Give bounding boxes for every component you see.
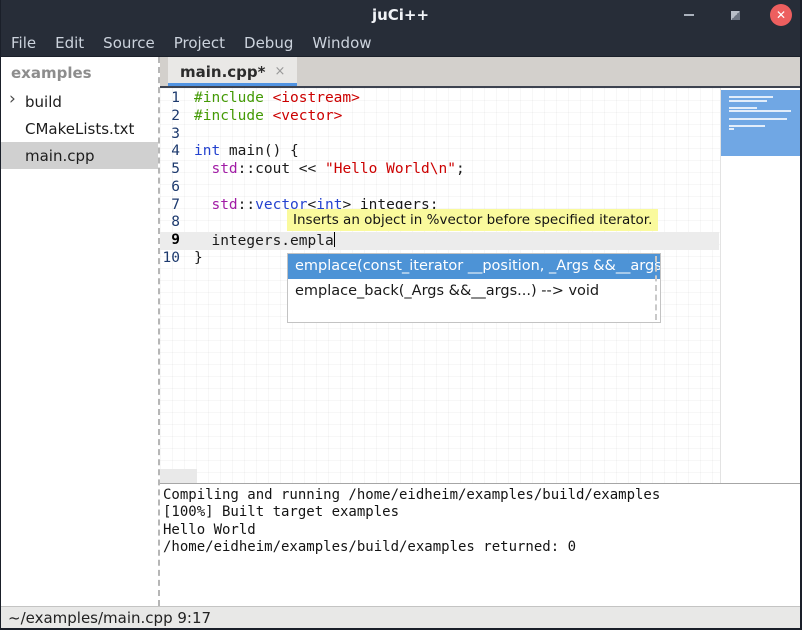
line-text: int main() { <box>189 143 299 161</box>
minimap-line <box>729 118 787 120</box>
line-number: 1 <box>160 90 189 108</box>
titlebar[interactable]: juCi++ ✕ <box>1 0 800 30</box>
minimize-icon <box>684 14 694 16</box>
file-sidebar: examples › build CMakeLists.txt main.cpp <box>1 57 160 606</box>
code-line-4[interactable]: 4int main() { <box>160 143 719 161</box>
tab-strip: main.cpp* × <box>160 57 800 88</box>
juci-window: juCi++ ✕ File Edit Source Project Debug Windo… <box>0 0 802 630</box>
code-editor[interactable]: 1#include <iostream>2#include <vector>34… <box>160 88 800 483</box>
output-line: [100%] Built target examples <box>163 504 800 521</box>
line-number: 2 <box>160 108 189 126</box>
autocomplete-popup: emplace(const_iterator __position, _Args… <box>287 253 661 323</box>
editor-pane: main.cpp* × 1#include <iostream>2#includ… <box>160 57 800 606</box>
status-bar: ~/examples/main.cpp 9:17 <box>1 606 800 628</box>
line-text <box>189 214 194 232</box>
line-number: 4 <box>160 143 189 161</box>
line-number: 9 <box>160 232 189 250</box>
popup-scrollbar[interactable] <box>655 256 657 320</box>
menu-item-source[interactable]: Source <box>103 34 155 52</box>
code-line-3[interactable]: 3 <box>160 126 719 144</box>
status-file-position: ~/examples/main.cpp 9:17 <box>8 609 211 627</box>
close-icon: ✕ <box>776 8 786 22</box>
gutter-end-block <box>160 469 197 483</box>
line-number: 5 <box>160 161 189 179</box>
code-line-5[interactable]: 5 std::cout << "Hello World\n"; <box>160 161 719 179</box>
line-text: #include <iostream> <box>189 90 360 108</box>
sidebar-item-main-cpp[interactable]: main.cpp <box>1 142 158 169</box>
minimap-line <box>729 96 773 98</box>
menu-item-debug[interactable]: Debug <box>244 34 293 52</box>
output-line: Compiling and running /home/eidheim/exam… <box>163 487 800 504</box>
line-text: std::cout << "Hello World\n"; <box>189 161 465 179</box>
minimize-button[interactable] <box>678 4 700 26</box>
line-text <box>189 179 194 197</box>
chevron-right-icon[interactable]: › <box>9 89 16 109</box>
sidebar-item-build[interactable]: › build <box>1 88 158 115</box>
line-text: } <box>189 250 203 268</box>
menu-item-edit[interactable]: Edit <box>55 34 84 52</box>
restore-icon <box>731 11 740 20</box>
tab-label: main.cpp* <box>180 63 265 81</box>
line-number: 6 <box>160 179 189 197</box>
code-line-1[interactable]: 1#include <iostream> <box>160 90 719 108</box>
restore-button[interactable] <box>724 4 746 26</box>
tab-main-cpp[interactable]: main.cpp* × <box>168 57 297 86</box>
tab-close-icon[interactable]: × <box>274 64 285 79</box>
line-text: #include <vector> <box>189 108 342 126</box>
line-number: 8 <box>160 214 189 232</box>
output-line: Hello World <box>163 522 800 539</box>
doc-tooltip: Inserts an object in %vector before spec… <box>287 209 658 231</box>
file-label: build <box>25 93 62 111</box>
minimap-line <box>729 110 791 112</box>
output-line: /home/eidheim/examples/build/examples re… <box>163 539 800 556</box>
minimap-line <box>729 107 757 109</box>
minimap-line <box>729 100 767 102</box>
minimap-viewport[interactable] <box>721 90 800 156</box>
menu-item-project[interactable]: Project <box>174 34 225 52</box>
menu-item-file[interactable]: File <box>11 34 36 52</box>
project-name-header: examples <box>1 57 158 88</box>
code-line-9[interactable]: 9 integers.empla <box>160 232 719 250</box>
line-text: integers.empla <box>189 232 335 250</box>
line-number: 3 <box>160 126 189 144</box>
text-cursor <box>334 232 335 247</box>
window-controls: ✕ <box>678 0 792 30</box>
code-area: 1#include <iostream>2#include <vector>34… <box>160 90 719 268</box>
file-tree: › build CMakeLists.txt main.cpp <box>1 88 158 169</box>
minimap[interactable] <box>720 88 800 483</box>
window-title: juCi++ <box>372 6 429 24</box>
line-text <box>189 126 194 144</box>
autocomplete-item[interactable]: emplace_back(_Args &&__args...) --> void <box>288 279 660 304</box>
autocomplete-item[interactable]: emplace(const_iterator __position, _Args… <box>288 254 660 279</box>
file-label: CMakeLists.txt <box>25 120 134 138</box>
code-line-6[interactable]: 6 <box>160 179 719 197</box>
file-label: main.cpp <box>25 147 95 165</box>
menubar-items: File Edit Source Project Debug Window <box>1 30 800 57</box>
sidebar-item-cmakelists-txt[interactable]: CMakeLists.txt <box>1 115 158 142</box>
menu-item-window[interactable]: Window <box>312 34 371 52</box>
output-panel[interactable]: Compiling and running /home/eidheim/exam… <box>160 484 800 606</box>
line-number: 7 <box>160 197 189 215</box>
minimap-line <box>729 128 734 130</box>
minimap-line <box>729 125 765 127</box>
close-button[interactable]: ✕ <box>770 4 792 26</box>
code-line-2[interactable]: 2#include <vector> <box>160 108 719 126</box>
line-number: 10 <box>160 250 189 268</box>
window-body: examples › build CMakeLists.txt main.cpp ma… <box>1 57 800 606</box>
